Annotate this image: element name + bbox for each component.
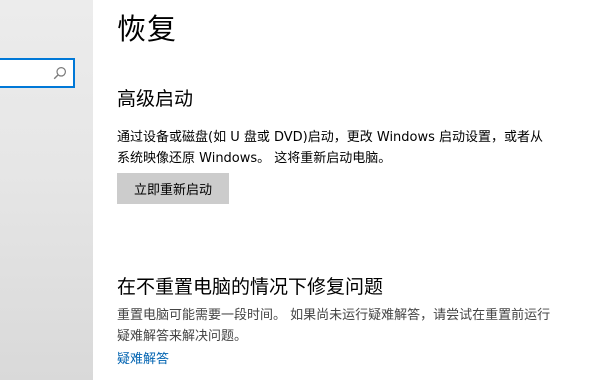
sidebar bbox=[0, 0, 94, 380]
fix-problems-description-line-1: 重置电脑可能需要一段时间。 如果尚未运行疑难解答，请尝试在重置前运行 bbox=[117, 308, 551, 323]
search-input[interactable] bbox=[4, 63, 52, 83]
advanced-startup-description: 通过设备或磁盘(如 U 盘或 DVD)启动，更改 Windows 启动设置，或者… bbox=[117, 127, 597, 169]
page-title: 恢复 bbox=[117, 12, 178, 46]
section-title-advanced-startup: 高级启动 bbox=[117, 88, 194, 110]
search-icon[interactable] bbox=[53, 66, 67, 80]
section-title-fix-problems: 在不重置电脑的情况下修复问题 bbox=[117, 276, 384, 298]
restart-now-button[interactable]: 立即重新启动 bbox=[117, 173, 229, 204]
advanced-startup-description-line-1: 通过设备或磁盘(如 U 盘或 DVD)启动，更改 Windows 启动设置，或者… bbox=[117, 130, 544, 145]
main-content: 恢复 高级启动 通过设备或磁盘(如 U 盘或 DVD)启动，更改 Windows… bbox=[93, 0, 600, 380]
settings-window: 恢复 高级启动 通过设备或磁盘(如 U 盘或 DVD)启动，更改 Windows… bbox=[0, 0, 600, 380]
fix-problems-description-line-2: 疑难解答来解决问题。 bbox=[117, 329, 248, 344]
advanced-startup-description-line-2: 系统映像还原 Windows。 这将重新启动电脑。 bbox=[117, 151, 392, 166]
troubleshoot-link[interactable]: 疑难解答 bbox=[117, 348, 169, 367]
fix-problems-description: 重置电脑可能需要一段时间。 如果尚未运行疑难解答，请尝试在重置前运行 疑难解答来… bbox=[117, 305, 597, 347]
search-box[interactable] bbox=[0, 58, 75, 88]
